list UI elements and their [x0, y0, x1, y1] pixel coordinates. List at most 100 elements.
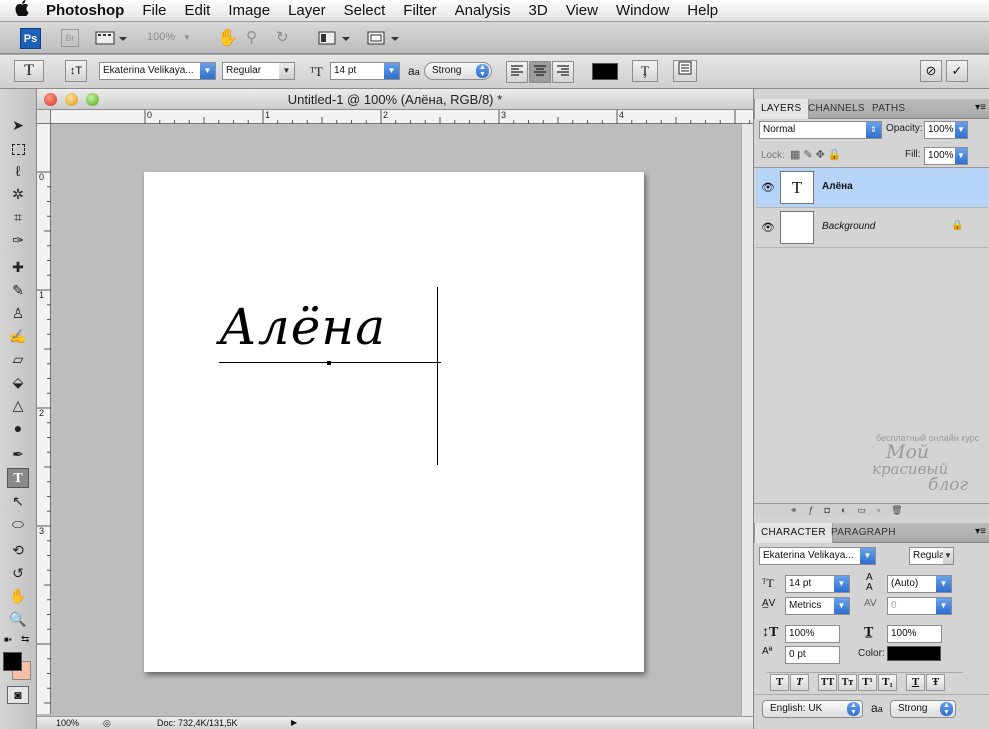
- eyedropper-tool-icon[interactable]: ✑: [7, 230, 29, 250]
- all-caps-button[interactable]: TT: [818, 674, 837, 691]
- zoom-tool-icon[interactable]: ⚲: [246, 28, 257, 46]
- small-caps-button[interactable]: Tт: [838, 674, 857, 691]
- baseline-shift-field[interactable]: 0 pt: [785, 646, 840, 664]
- blend-mode-select[interactable]: Normal ⇕: [759, 121, 882, 139]
- 3d-orbit-tool-icon[interactable]: ↺: [7, 563, 29, 583]
- layer-row[interactable]: 👁 Background 🔒: [756, 208, 988, 248]
- swap-colors-icon[interactable]: ⇆: [21, 634, 29, 645]
- hand-tool-icon[interactable]: ✋: [7, 586, 29, 606]
- blur-tool-icon[interactable]: △: [7, 395, 29, 415]
- tab-paths[interactable]: PATHS: [866, 99, 911, 119]
- apple-icon[interactable]: [0, 0, 44, 21]
- char-antialias-select[interactable]: Strong ▲ ▼: [890, 700, 956, 718]
- menu-edit[interactable]: Edit: [176, 2, 220, 19]
- lasso-tool-icon[interactable]: ℓ: [7, 161, 29, 181]
- menu-select[interactable]: Select: [335, 2, 395, 19]
- path-selection-tool-icon[interactable]: ↖: [7, 491, 29, 511]
- move-tool-icon[interactable]: ➤: [7, 115, 29, 135]
- tool-preset-picker[interactable]: T: [14, 60, 44, 82]
- char-color-swatch[interactable]: [887, 646, 941, 661]
- default-colors-icon[interactable]: ■▪: [4, 635, 12, 644]
- antialias-select[interactable]: Strong ▲ ▼: [424, 62, 492, 80]
- commit-edit-button[interactable]: ✓: [946, 60, 968, 82]
- layer-name[interactable]: Background: [822, 221, 875, 232]
- text-orientation-icon[interactable]: ↕T: [65, 60, 87, 82]
- tracking-field[interactable]: 0 ▼: [887, 597, 952, 615]
- menu-window[interactable]: Window: [607, 2, 678, 19]
- tab-channels[interactable]: CHANNELS: [802, 99, 871, 119]
- subscript-button[interactable]: T₁: [878, 674, 897, 691]
- panel-menu-icon[interactable]: ▾≡: [975, 526, 986, 537]
- panel-menu-icon[interactable]: ▾≡: [975, 102, 986, 113]
- faux-italic-button[interactable]: T: [790, 674, 809, 691]
- vertical-ruler[interactable]: 0 1 2 3: [37, 124, 51, 714]
- status-icon[interactable]: ◎: [103, 717, 111, 729]
- document-canvas[interactable]: Алёна: [144, 172, 644, 672]
- menu-help[interactable]: Help: [678, 2, 727, 19]
- font-family-select[interactable]: Ekaterina Velikaya... ▼: [99, 62, 216, 80]
- eye-icon[interactable]: 👁: [761, 221, 775, 234]
- crop-tool-icon[interactable]: ⌗: [7, 207, 29, 227]
- horizontal-scale-field[interactable]: 100%: [887, 625, 942, 643]
- superscript-button[interactable]: T¹: [858, 674, 877, 691]
- status-menu-icon[interactable]: ▶: [291, 717, 297, 729]
- marquee-tool-icon[interactable]: [7, 138, 29, 158]
- quick-mask-icon[interactable]: ◙: [7, 686, 29, 704]
- align-right-button[interactable]: [552, 61, 574, 83]
- tab-character[interactable]: CHARACTER: [754, 523, 833, 543]
- underline-button[interactable]: T: [906, 674, 925, 691]
- menu-layer[interactable]: Layer: [279, 2, 335, 19]
- ruler-origin[interactable]: [37, 110, 51, 124]
- hand-tool-icon[interactable]: ✋: [217, 28, 238, 48]
- view-extras-icon[interactable]: [95, 30, 129, 46]
- arrange-documents-icon[interactable]: [318, 30, 352, 49]
- status-zoom[interactable]: 100%: [56, 717, 79, 729]
- close-window-icon[interactable]: [44, 93, 57, 106]
- zoom-window-icon[interactable]: [86, 93, 99, 106]
- quick-selection-tool-icon[interactable]: ✲: [7, 184, 29, 204]
- healing-brush-tool-icon[interactable]: ✚: [7, 257, 29, 277]
- kerning-field[interactable]: Metrics ▼: [785, 597, 850, 615]
- char-font-style-select[interactable]: Regular ▼: [909, 547, 954, 565]
- menu-view[interactable]: View: [557, 2, 607, 19]
- warp-text-button[interactable]: Ţ: [632, 60, 658, 82]
- faux-bold-button[interactable]: T: [770, 674, 789, 691]
- menu-3d[interactable]: 3D: [520, 2, 557, 19]
- type-layer-text[interactable]: Алёна: [219, 284, 439, 370]
- layer-name[interactable]: Алёна: [822, 181, 853, 192]
- type-tool-icon[interactable]: T: [7, 468, 29, 488]
- brush-tool-icon[interactable]: ✎: [7, 280, 29, 300]
- leading-field[interactable]: (Auto) ▼: [887, 575, 952, 593]
- menu-filter[interactable]: Filter: [394, 2, 445, 19]
- char-size-field[interactable]: 14 pt ▼: [785, 575, 850, 593]
- eye-icon[interactable]: 👁: [761, 181, 775, 194]
- tab-paragraph[interactable]: PARAGRAPH: [825, 523, 902, 543]
- char-font-family-select[interactable]: Ekaterina Velikaya... ▼: [759, 547, 876, 565]
- paint-bucket-tool-icon[interactable]: ⬙: [7, 372, 29, 392]
- text-color-swatch[interactable]: [592, 63, 618, 80]
- dodge-tool-icon[interactable]: ●: [7, 418, 29, 438]
- minimize-window-icon[interactable]: [65, 93, 78, 106]
- align-center-button[interactable]: [529, 61, 551, 83]
- toggle-panels-button[interactable]: [673, 60, 697, 82]
- bridge-button[interactable]: Br: [61, 29, 79, 47]
- zoom-level-field[interactable]: 100%: [147, 31, 175, 43]
- align-left-button[interactable]: [506, 61, 528, 83]
- menu-app-name[interactable]: Photoshop: [44, 2, 133, 19]
- zoom-dropdown-icon[interactable]: ▼: [183, 33, 191, 42]
- eraser-tool-icon[interactable]: ▱: [7, 349, 29, 369]
- tab-layers[interactable]: LAYERS: [754, 99, 809, 119]
- opacity-field[interactable]: 100% ▼: [924, 121, 968, 139]
- foreground-color-swatch[interactable]: [3, 652, 22, 671]
- vertical-scrollbar[interactable]: [741, 124, 753, 716]
- canvas-area[interactable]: Алёна: [51, 124, 741, 716]
- layers-footer-icons[interactable]: ⚭ƒ◘◐▭▫🗑: [754, 503, 989, 516]
- vertical-scale-field[interactable]: 100%: [785, 625, 840, 643]
- strikethrough-button[interactable]: Ŧ: [926, 674, 945, 691]
- fill-field[interactable]: 100% ▼: [924, 147, 968, 165]
- clone-stamp-tool-icon[interactable]: ♙: [7, 303, 29, 323]
- history-brush-tool-icon[interactable]: ✍: [7, 326, 29, 346]
- menu-image[interactable]: Image: [219, 2, 279, 19]
- language-select[interactable]: English: UK ▲ ▼: [762, 700, 863, 718]
- rotate-view-icon[interactable]: ↻: [276, 28, 289, 46]
